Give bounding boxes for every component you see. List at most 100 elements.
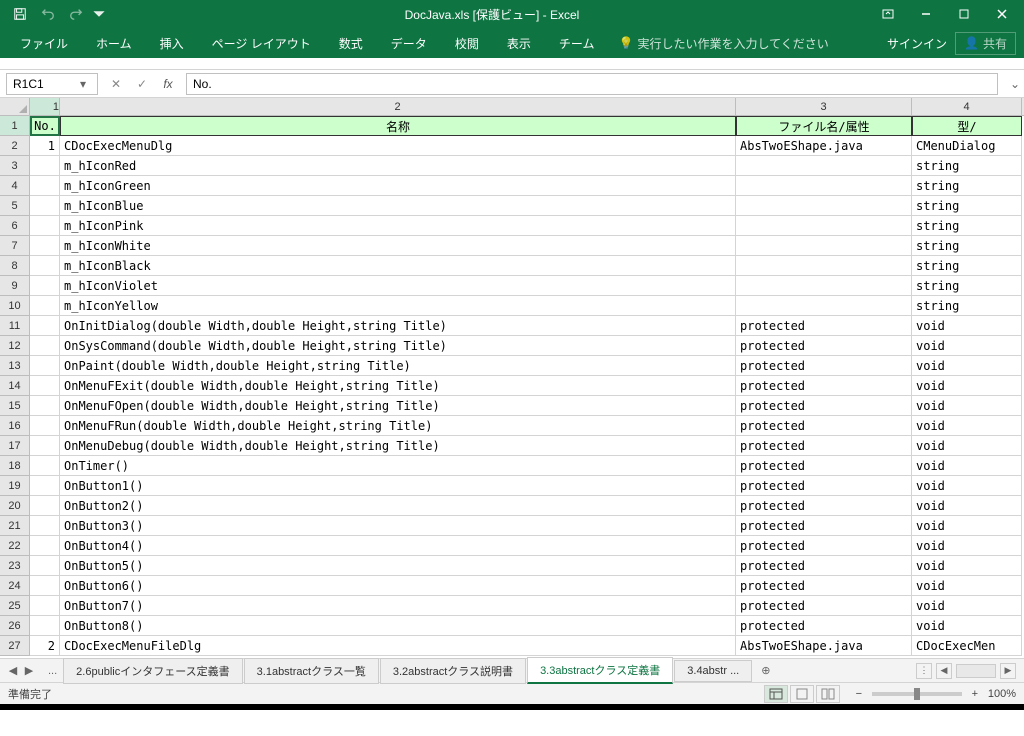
cell-file[interactable]	[736, 256, 912, 276]
cell-name[interactable]: OnMenuFRun(double Width,double Height,st…	[60, 416, 736, 436]
view-normal-button[interactable]	[764, 685, 788, 703]
cell-file[interactable]: protected	[736, 456, 912, 476]
row-header[interactable]: 27	[0, 636, 30, 656]
row-header[interactable]: 3	[0, 156, 30, 176]
row-header[interactable]: 24	[0, 576, 30, 596]
col-header-3[interactable]: 3	[736, 98, 912, 115]
cell-no[interactable]	[30, 616, 60, 636]
cell-file[interactable]: protected	[736, 356, 912, 376]
cell-file[interactable]	[736, 276, 912, 296]
cell-no[interactable]	[30, 156, 60, 176]
hscroll-right[interactable]: ▶	[1000, 663, 1016, 679]
redo-button[interactable]	[64, 2, 88, 26]
zoom-out-button[interactable]: −	[852, 688, 866, 700]
cell-type[interactable]: void	[912, 616, 1022, 636]
cell-type[interactable]: string	[912, 236, 1022, 256]
hscroll-splitter[interactable]: ⋮	[916, 663, 932, 679]
cell-header-name[interactable]: 名称	[60, 116, 736, 136]
tab-nav-prev[interactable]: ◀	[6, 662, 20, 680]
cell-type[interactable]: string	[912, 196, 1022, 216]
cell-no[interactable]	[30, 576, 60, 596]
tab-overflow-left[interactable]: ...	[42, 665, 63, 677]
tell-me-input[interactable]: 💡 実行したい作業を入力してください	[618, 35, 828, 52]
cell-file[interactable]: protected	[736, 576, 912, 596]
cell-no[interactable]	[30, 436, 60, 456]
cell-name[interactable]: OnButton2()	[60, 496, 736, 516]
cell-type[interactable]: void	[912, 436, 1022, 456]
cell-no[interactable]	[30, 376, 60, 396]
cell-header-no[interactable]: No.	[30, 116, 60, 136]
sheet-tab-s4[interactable]: 3.3abstractクラス定義書	[527, 657, 673, 684]
insert-function-button[interactable]: fx	[156, 73, 180, 95]
cell-file[interactable]: protected	[736, 336, 912, 356]
sheet-tab-s2[interactable]: 3.1abstractクラス一覧	[244, 658, 379, 684]
cell-name[interactable]: OnButton6()	[60, 576, 736, 596]
row-header[interactable]: 19	[0, 476, 30, 496]
cell-file[interactable]: AbsTwoEShape.java	[736, 136, 912, 156]
cell-file[interactable]	[736, 196, 912, 216]
cell-file[interactable]: protected	[736, 316, 912, 336]
tab-team[interactable]: チーム	[547, 29, 607, 57]
cell-type[interactable]: string	[912, 276, 1022, 296]
cell-type[interactable]: void	[912, 376, 1022, 396]
share-button[interactable]: 👤 共有	[955, 32, 1016, 55]
cell-name[interactable]: OnMenuFOpen(double Width,double Height,s…	[60, 396, 736, 416]
cell-type[interactable]: void	[912, 536, 1022, 556]
cell-name[interactable]: m_hIconRed	[60, 156, 736, 176]
cell-no[interactable]	[30, 476, 60, 496]
hscroll-left[interactable]: ◀	[936, 663, 952, 679]
cell-type[interactable]: void	[912, 336, 1022, 356]
cell-no[interactable]	[30, 276, 60, 296]
cell-type[interactable]: string	[912, 156, 1022, 176]
cell-no[interactable]	[30, 236, 60, 256]
row-header[interactable]: 10	[0, 296, 30, 316]
cell-name[interactable]: m_hIconBlack	[60, 256, 736, 276]
tab-formulas[interactable]: 数式	[327, 29, 375, 57]
cell-name[interactable]: m_hIconPink	[60, 216, 736, 236]
cell-file[interactable]: protected	[736, 496, 912, 516]
signin-link[interactable]: サインイン	[887, 35, 947, 52]
row-header[interactable]: 7	[0, 236, 30, 256]
cell-no[interactable]	[30, 336, 60, 356]
cell-type[interactable]: void	[912, 576, 1022, 596]
cell-name[interactable]: OnSysCommand(double Width,double Height,…	[60, 336, 736, 356]
cell-type[interactable]: string	[912, 216, 1022, 236]
cell-type[interactable]: void	[912, 476, 1022, 496]
cell-file[interactable]	[736, 236, 912, 256]
cell-file[interactable]	[736, 296, 912, 316]
cell-name[interactable]: m_hIconViolet	[60, 276, 736, 296]
cell-no[interactable]: 2	[30, 636, 60, 656]
expand-formula-bar-button[interactable]: ⌄	[1006, 77, 1024, 91]
save-button[interactable]	[8, 2, 32, 26]
cell-type[interactable]: void	[912, 456, 1022, 476]
cell-no[interactable]	[30, 516, 60, 536]
row-header[interactable]: 22	[0, 536, 30, 556]
cell-name[interactable]: CDocExecMenuFileDlg	[60, 636, 736, 656]
row-header[interactable]: 12	[0, 336, 30, 356]
cell-file[interactable]	[736, 156, 912, 176]
cell-no[interactable]	[30, 536, 60, 556]
cell-no[interactable]	[30, 196, 60, 216]
maximize-button[interactable]	[946, 2, 982, 26]
new-sheet-button[interactable]: ⊕	[753, 664, 778, 677]
sheet-tab-s1[interactable]: 2.6publicインタフェース定義書	[63, 658, 242, 684]
cell-no[interactable]	[30, 556, 60, 576]
cell-type[interactable]: string	[912, 296, 1022, 316]
zoom-slider[interactable]	[872, 692, 962, 696]
cell-name[interactable]: OnButton3()	[60, 516, 736, 536]
row-header[interactable]: 6	[0, 216, 30, 236]
col-header-4[interactable]: 4	[912, 98, 1022, 115]
col-header-1[interactable]: 1	[30, 98, 60, 115]
cell-header-file[interactable]: ファイル名/属性	[736, 116, 912, 136]
cell-no[interactable]	[30, 316, 60, 336]
cell-file[interactable]: protected	[736, 436, 912, 456]
enter-formula-button[interactable]: ✓	[130, 73, 154, 95]
cell-file[interactable]: protected	[736, 416, 912, 436]
cell-name[interactable]: OnButton7()	[60, 596, 736, 616]
cell-type[interactable]: string	[912, 176, 1022, 196]
row-header[interactable]: 23	[0, 556, 30, 576]
row-header[interactable]: 8	[0, 256, 30, 276]
cell-no[interactable]	[30, 456, 60, 476]
col-header-2[interactable]: 2	[60, 98, 736, 115]
cell-type[interactable]: string	[912, 256, 1022, 276]
